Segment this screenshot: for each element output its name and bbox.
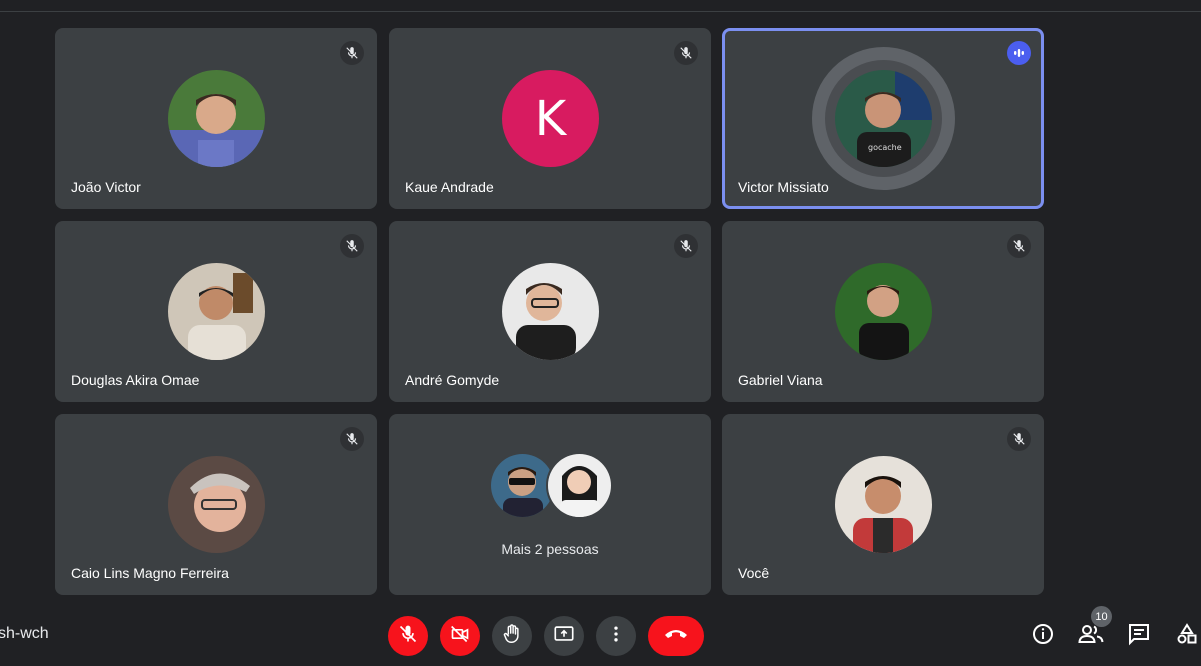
raise-hand-icon (501, 623, 523, 650)
mic-off-icon (340, 41, 364, 65)
activities-button[interactable] (1173, 622, 1201, 650)
speaking-indicator-icon (1007, 41, 1031, 65)
avatar (835, 263, 932, 360)
participant-tile-self[interactable]: Você (722, 414, 1044, 595)
meeting-code: sh-wch (0, 625, 49, 642)
end-call-button[interactable] (648, 616, 704, 656)
participant-tile[interactable]: K Kaue Andrade (389, 28, 711, 209)
avatar (502, 263, 599, 360)
mic-off-icon (1007, 234, 1031, 258)
chat-icon (1127, 622, 1151, 651)
meeting-details-button[interactable] (1029, 622, 1057, 650)
participant-tile-speaking[interactable]: gocache Victor Missiato (722, 28, 1044, 209)
participant-tile[interactable]: Gabriel Viana (722, 221, 1044, 402)
avatar (168, 70, 265, 167)
participant-name: Caio Lins Magno Ferreira (71, 565, 229, 581)
chat-button[interactable] (1125, 622, 1153, 650)
participant-tile[interactable]: Caio Lins Magno Ferreira (55, 414, 377, 595)
avatar (835, 456, 932, 553)
participant-name: Gabriel Viana (738, 372, 823, 388)
avatar: K (502, 70, 599, 167)
end-call-icon (663, 627, 689, 646)
avatar (168, 263, 265, 360)
participant-name: João Victor (71, 179, 141, 195)
participant-grid: João Victor K Kaue Andrade gocache Victo… (55, 28, 1045, 596)
mic-toggle-button[interactable] (388, 616, 428, 656)
participant-name: Kaue Andrade (405, 179, 494, 195)
camera-toggle-button[interactable] (440, 616, 480, 656)
participant-tile[interactable]: André Gomyde (389, 221, 711, 402)
mic-off-icon (398, 624, 418, 649)
avatar (168, 456, 265, 553)
people-count-badge: 10 (1091, 606, 1112, 627)
raise-hand-button[interactable] (492, 616, 532, 656)
mic-off-icon (674, 41, 698, 65)
activities-icon (1175, 622, 1199, 651)
avatar (546, 452, 613, 519)
participant-name: André Gomyde (405, 372, 500, 388)
more-options-button[interactable] (596, 616, 636, 656)
participant-name: Douglas Akira Omae (71, 372, 200, 388)
camera-off-icon (450, 624, 470, 649)
participant-tile[interactable]: João Victor (55, 28, 377, 209)
more-participants-tile[interactable]: Mais 2 pessoas (389, 414, 711, 595)
more-options-icon (606, 624, 626, 649)
participant-name: Victor Missiato (738, 179, 829, 195)
more-participants-label: Mais 2 pessoas (501, 541, 599, 557)
svg-text:gocache: gocache (868, 143, 902, 152)
browser-top-strip (0, 0, 1201, 12)
mic-off-icon (674, 234, 698, 258)
bottom-control-bar: sh-wch 10 (0, 600, 1201, 666)
mic-off-icon (1007, 427, 1031, 451)
participant-name: Você (738, 565, 770, 581)
mic-off-icon (340, 234, 364, 258)
present-screen-button[interactable] (544, 616, 584, 656)
info-icon (1031, 622, 1055, 651)
participant-tile[interactable]: Douglas Akira Omae (55, 221, 377, 402)
present-screen-icon (553, 623, 575, 650)
mic-off-icon (340, 427, 364, 451)
avatar: gocache (835, 70, 932, 167)
